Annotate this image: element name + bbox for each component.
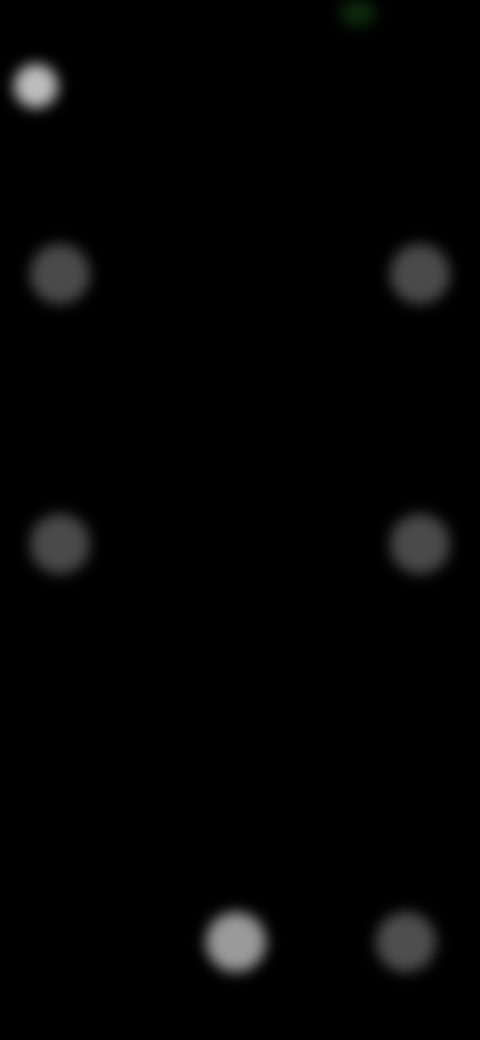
corner-bottom-right-icon (390, 514, 450, 574)
status-indicator-icon (340, 0, 376, 26)
flash-label (180, 834, 290, 864)
gallery-label (330, 834, 480, 864)
corner-top-right-icon (390, 244, 450, 304)
status-time (40, 14, 130, 44)
gallery-button[interactable] (376, 912, 436, 972)
flash-button[interactable] (206, 912, 266, 972)
scanner-screen (0, 0, 480, 1040)
page-title (160, 70, 320, 102)
corner-bottom-left-icon (30, 514, 90, 574)
corner-top-left-icon (30, 244, 90, 304)
back-button[interactable] (14, 64, 58, 108)
